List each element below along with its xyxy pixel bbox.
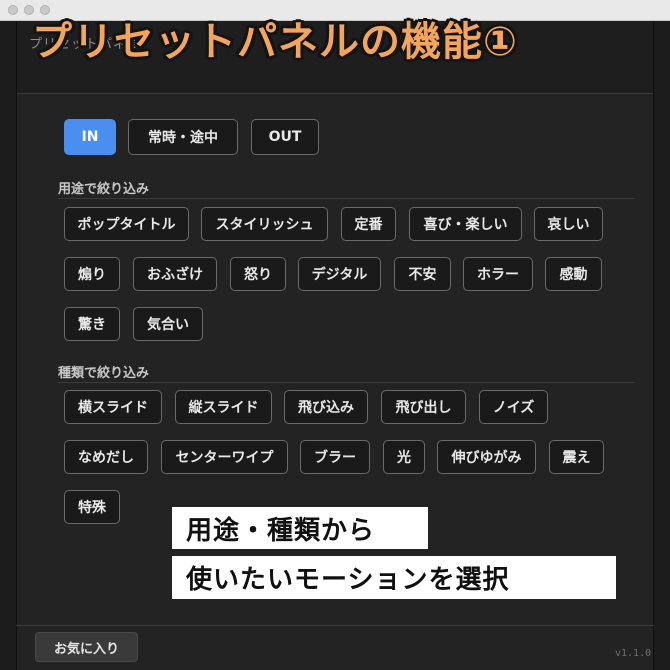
type-tag-fly-out[interactable]: 飛び出し [381, 390, 466, 424]
type-tag-special[interactable]: 特殊 [64, 490, 120, 524]
overlay-title: プリセットパネルの機能① [32, 19, 518, 65]
minimize-window-icon[interactable] [24, 5, 34, 15]
maximize-window-icon[interactable] [40, 5, 50, 15]
usage-tag-joy[interactable]: 喜び・楽しい [409, 207, 522, 241]
tab-out[interactable]: OUT [251, 119, 319, 155]
usage-tag-standard[interactable]: 定番 [341, 207, 396, 241]
close-window-icon[interactable] [8, 5, 18, 15]
callout-line-1: 用途・種類から [172, 507, 428, 549]
footer-divider [16, 625, 654, 626]
usage-section-title: 用途で絞り込み [58, 182, 150, 197]
type-tag-blur[interactable]: ブラー [300, 440, 370, 474]
usage-tag-horror[interactable]: ホラー [463, 257, 533, 291]
callout-line-2: 使いたいモーションを選択 [172, 556, 616, 599]
tab-always-midway[interactable]: 常時・途中 [128, 119, 238, 155]
usage-tag-hype[interactable]: 煽り [64, 257, 120, 291]
usage-tag-spirit[interactable]: 気合い [133, 307, 203, 341]
usage-tag-anger[interactable]: 怒り [230, 257, 286, 291]
type-tag-light[interactable]: 光 [383, 440, 425, 474]
type-tag-shake[interactable]: 震え [549, 440, 604, 474]
usage-tag-stylish[interactable]: スタイリッシュ [201, 207, 328, 241]
usage-tag-surprise[interactable]: 驚き [64, 307, 120, 341]
type-tag-nameda-shi[interactable]: なめだし [64, 440, 148, 474]
window-titlebar [0, 0, 670, 21]
tab-in[interactable]: IN [64, 119, 116, 155]
usage-tag-anxiety[interactable]: 不安 [394, 257, 451, 291]
type-tag-stretch-distort[interactable]: 伸びゆがみ [437, 440, 536, 474]
usage-tag-sad[interactable]: 哀しい [534, 207, 603, 241]
type-tag-noise[interactable]: ノイズ [479, 390, 548, 424]
favorites-button[interactable]: お気に入り [35, 632, 138, 662]
usage-tag-funny[interactable]: おふざけ [133, 257, 217, 291]
usage-tag-emotional[interactable]: 感動 [545, 257, 602, 291]
usage-divider [58, 198, 635, 199]
app-window: プリセットパネル プリセットパネルの機能① IN 常時・途中 OUT 用途で絞り… [0, 0, 670, 670]
type-tag-horizontal-slide[interactable]: 横スライド [64, 390, 162, 424]
usage-tag-digital[interactable]: デジタル [298, 257, 381, 291]
type-tag-fly-in[interactable]: 飛び込み [284, 390, 368, 424]
type-tag-vertical-slide[interactable]: 縦スライド [175, 390, 272, 424]
type-tag-center-wipe[interactable]: センターワイプ [161, 440, 288, 474]
type-section-title: 種類で絞り込み [58, 366, 150, 381]
type-divider [58, 382, 635, 383]
usage-tag-pop-title[interactable]: ポップタイトル [64, 207, 189, 241]
version-label: v1.1.0 [615, 648, 652, 659]
